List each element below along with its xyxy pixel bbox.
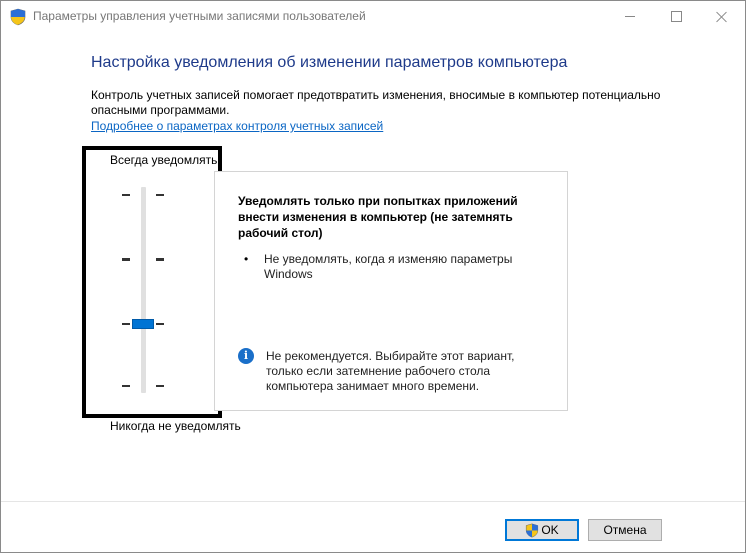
info-icon: i (238, 348, 254, 364)
description-text: Контроль учетных записей помогает предот… (91, 88, 661, 117)
footer-divider (1, 501, 745, 502)
slider-track[interactable] (141, 187, 146, 393)
learn-more-link[interactable]: Подробнее о параметрах контроля учетных … (91, 119, 383, 133)
level-bullet-text: Не уведомлять, когда я изменяю параметры… (264, 252, 513, 281)
maximize-icon (670, 11, 682, 22)
slider-tick (122, 194, 130, 196)
level-title: Уведомлять только при попытках приложени… (238, 194, 518, 240)
slider-tick (156, 323, 164, 325)
window-title: Параметры управления учетными записями п… (33, 9, 366, 23)
slider-tick (122, 323, 130, 325)
bullet-dot: • (244, 252, 249, 266)
maximize-button[interactable] (653, 1, 699, 32)
page-heading: Настройка уведомления об изменении парам… (91, 54, 568, 71)
slider-tick (156, 258, 164, 261)
slider-top-label: Всегда уведомлять (110, 153, 218, 167)
cancel-button-label: Отмена (603, 523, 647, 537)
slider-highlight-frame (82, 146, 222, 418)
minimize-icon (625, 16, 635, 17)
slider-tick (122, 385, 130, 387)
cancel-button[interactable]: Отмена (588, 519, 662, 541)
shield-icon (10, 8, 26, 26)
slider-tick (156, 194, 164, 196)
uac-settings-window: Параметры управления учетными записями п… (0, 0, 746, 553)
slider-tick (122, 258, 130, 261)
shield-icon (526, 523, 539, 537)
slider-bottom-label: Никогда не уведомлять (110, 419, 241, 433)
ok-button-label: OK (541, 523, 559, 537)
level-info-text: Не рекомендуется. Выбирайте этот вариант… (266, 349, 515, 393)
title-bar: Параметры управления учетными записями п… (1, 1, 745, 32)
slider-tick (156, 385, 164, 387)
close-button[interactable] (699, 1, 745, 32)
ok-button[interactable]: OK (505, 519, 579, 541)
slider-thumb[interactable] (132, 319, 154, 329)
minimize-button[interactable] (607, 1, 653, 32)
close-icon (716, 11, 728, 23)
